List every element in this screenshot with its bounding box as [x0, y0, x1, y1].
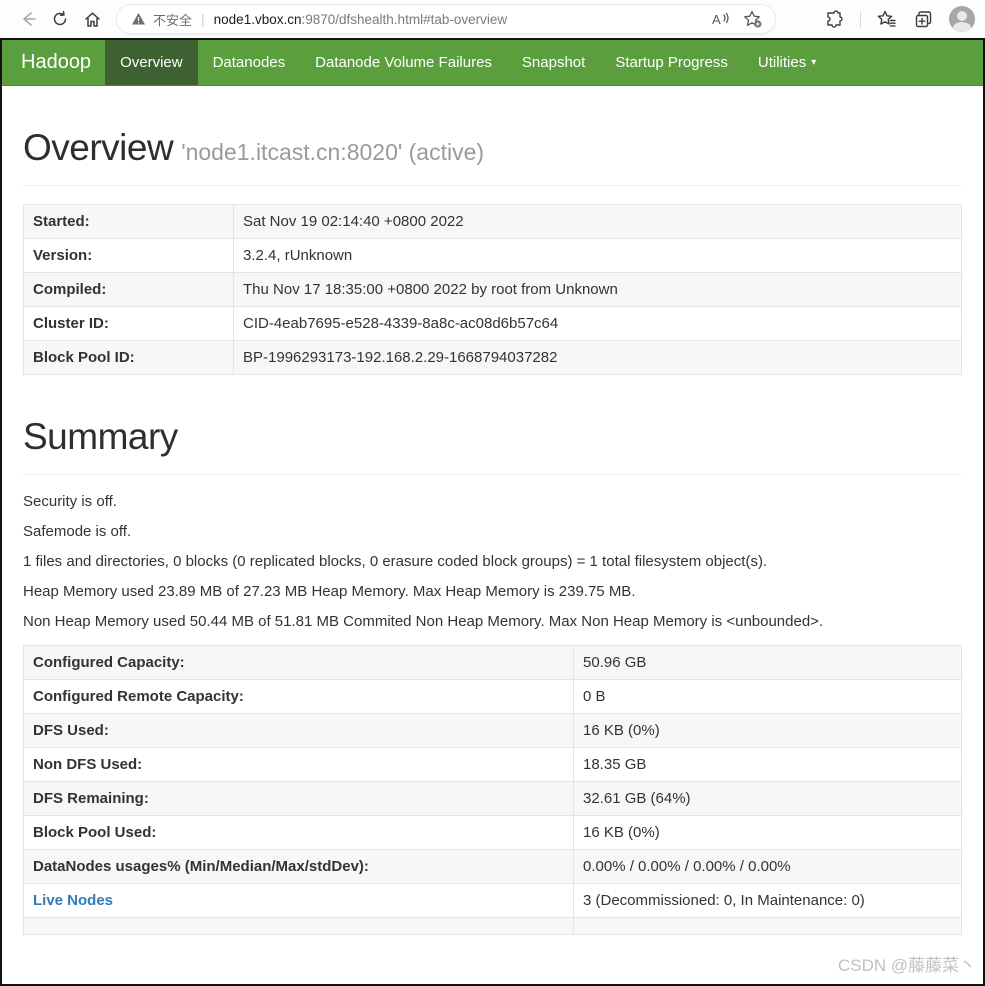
table-row-clipped [23, 917, 962, 935]
table-row: DFS Used: 16 KB (0%) [23, 713, 962, 748]
table-row: DFS Remaining: 32.61 GB (64%) [23, 781, 962, 816]
row-label: Configured Remote Capacity: [23, 679, 574, 714]
extensions-icon[interactable] [818, 4, 850, 34]
row-label: Block Pool Used: [23, 815, 574, 850]
table-row: DataNodes usages% (Min/Median/Max/stdDev… [23, 849, 962, 884]
row-label: Live Nodes [23, 883, 574, 918]
summary-line: Safemode is off. [23, 523, 132, 540]
row-label: DFS Remaining: [23, 781, 574, 816]
toolbar-divider [860, 10, 861, 28]
back-icon[interactable] [12, 4, 44, 34]
overview-table: Started: Sat Nov 19 02:14:40 +0800 2022 Ve… [23, 204, 962, 375]
nav-link-datanodes[interactable]: Datanodes [198, 40, 301, 85]
row-value: 32.61 GB (64%) [573, 781, 962, 816]
row-label: Block Pool ID: [23, 340, 234, 375]
nav-item-overview: Overview [105, 40, 198, 85]
row-value: 0 B [573, 679, 962, 714]
nav-link-overview[interactable]: Overview [105, 40, 198, 85]
row-value: Thu Nov 17 18:35:00 +0800 2022 by root f… [233, 272, 962, 307]
collections-icon[interactable] [907, 4, 939, 34]
summary-line: 1 files and directories, 0 blocks (0 rep… [23, 553, 768, 570]
row-value: 3 (Decommissioned: 0, In Maintenance: 0) [573, 883, 962, 918]
row-value: 18.35 GB [573, 747, 962, 782]
row-value: 0.00% / 0.00% / 0.00% / 0.00% [573, 849, 962, 884]
table-row: Version: 3.2.4, rUnknown [23, 238, 962, 273]
url-text: node1.vbox.cn:9870/dfshealth.html#tab-ov… [214, 12, 507, 27]
address-bar[interactable]: 不安全 | node1.vbox.cn:9870/dfshealth.html#… [116, 4, 776, 34]
table-row: Block Pool Used: 16 KB (0%) [23, 815, 962, 850]
navbar-menu: Overview Datanodes Datanode Volume Failure… [105, 40, 831, 85]
table-row: Non DFS Used: 18.35 GB [23, 747, 962, 782]
row-value: 16 KB (0%) [573, 713, 962, 748]
browser-toolbar: 不安全 | node1.vbox.cn:9870/dfshealth.html#… [0, 0, 985, 38]
table-row: Compiled: Thu Nov 17 18:35:00 +0800 2022 … [23, 272, 962, 307]
profile-avatar[interactable] [949, 6, 975, 32]
row-label: DataNodes usages% (Min/Median/Max/stdDev… [23, 849, 574, 884]
security-label: 不安全 [153, 12, 193, 28]
hadoop-brand[interactable]: Hadoop [2, 40, 105, 85]
page-content: Overview'node1.itcast.cn:8020' (active) … [2, 127, 983, 935]
summary-table: Configured Capacity: 50.96 GB Configured R… [23, 645, 962, 935]
table-row: Configured Capacity: 50.96 GB [23, 645, 962, 680]
section-divider [23, 185, 962, 186]
row-label: Cluster ID: [23, 306, 234, 341]
nav-link-snapshot[interactable]: Snapshot [507, 40, 600, 85]
row-label: Started: [23, 204, 234, 239]
summary-line: Non Heap Memory used 50.44 MB of 51.81 M… [23, 613, 824, 630]
overview-heading: Overview 'node1.itcast.cn:8020' (active) [23, 127, 962, 169]
read-aloud-icon[interactable]: A [705, 4, 737, 34]
table-row: Live Nodes 3 (Decommissioned: 0, In Maint… [23, 883, 962, 918]
not-secure-warning-icon [132, 13, 145, 25]
add-favorite-icon[interactable] [737, 4, 769, 34]
svg-text:A: A [712, 12, 721, 27]
row-label: Non DFS Used: [23, 747, 574, 782]
hadoop-navbar: Hadoop Overview Datanodes Datanode Volume … [2, 40, 983, 86]
nav-link-startup-progress[interactable]: Startup Progress [600, 40, 743, 85]
table-row: Started: Sat Nov 19 02:14:40 +0800 2022 [23, 204, 962, 239]
nav-item-datanode-volume-failures: Datanode Volume Failures [300, 40, 507, 85]
row-value: BP-1996293173-192.168.2.29-1668794037282 [233, 340, 962, 375]
overview-title: Overview [23, 127, 174, 168]
url-path: :9870/dfshealth.html#tab-overview [301, 11, 508, 27]
row-label: DFS Used: [23, 713, 574, 748]
chevron-down-icon: ▾ [811, 57, 817, 68]
refresh-icon[interactable] [44, 4, 76, 34]
row-label: Version: [23, 238, 234, 273]
section-divider [23, 474, 962, 475]
live-nodes-link[interactable]: Live Nodes [33, 892, 113, 909]
nav-link-datanode-volume-failures[interactable]: Datanode Volume Failures [300, 40, 507, 85]
row-label: Compiled: [23, 272, 234, 307]
table-row: Block Pool ID: BP-1996293173-192.168.2.29… [23, 340, 962, 375]
row-value: 50.96 GB [573, 645, 962, 680]
nav-link-utilities[interactable]: Utilities ▾ [743, 40, 831, 85]
summary-line: Security is off. [23, 493, 117, 510]
home-icon[interactable] [76, 4, 108, 34]
nav-item-startup-progress: Startup Progress [600, 40, 743, 85]
row-label: Configured Capacity: [23, 645, 574, 680]
row-value: 3.2.4, rUnknown [233, 238, 962, 273]
url-host: node1.vbox.cn [213, 11, 302, 27]
table-row: Configured Remote Capacity: 0 B [23, 679, 962, 714]
summary-heading: Summary [23, 416, 178, 457]
row-value: Sat Nov 19 02:14:40 +0800 2022 [233, 204, 962, 239]
nav-item-utilities: Utilities ▾ [743, 40, 831, 85]
overview-subtitle: 'node1.itcast.cn:8020' (active) [181, 139, 485, 165]
nav-item-snapshot: Snapshot [507, 40, 600, 85]
summary-paragraphs: Security is off. Safemode is off. 1 files … [23, 492, 962, 632]
page-frame: Hadoop Overview Datanodes Datanode Volume … [0, 38, 985, 986]
summary-line: Heap Memory used 23.89 MB of 27.23 MB He… [23, 583, 636, 600]
row-value: CID-4eab7695-e528-4339-8a8c-ac08d6b57c64 [233, 306, 962, 341]
omnibox-divider: | [201, 11, 205, 27]
favorites-icon[interactable] [871, 4, 903, 34]
table-row: Cluster ID: CID-4eab7695-e528-4339-8a8c-a… [23, 306, 962, 341]
row-value: 16 KB (0%) [573, 815, 962, 850]
nav-item-datanodes: Datanodes [198, 40, 301, 85]
